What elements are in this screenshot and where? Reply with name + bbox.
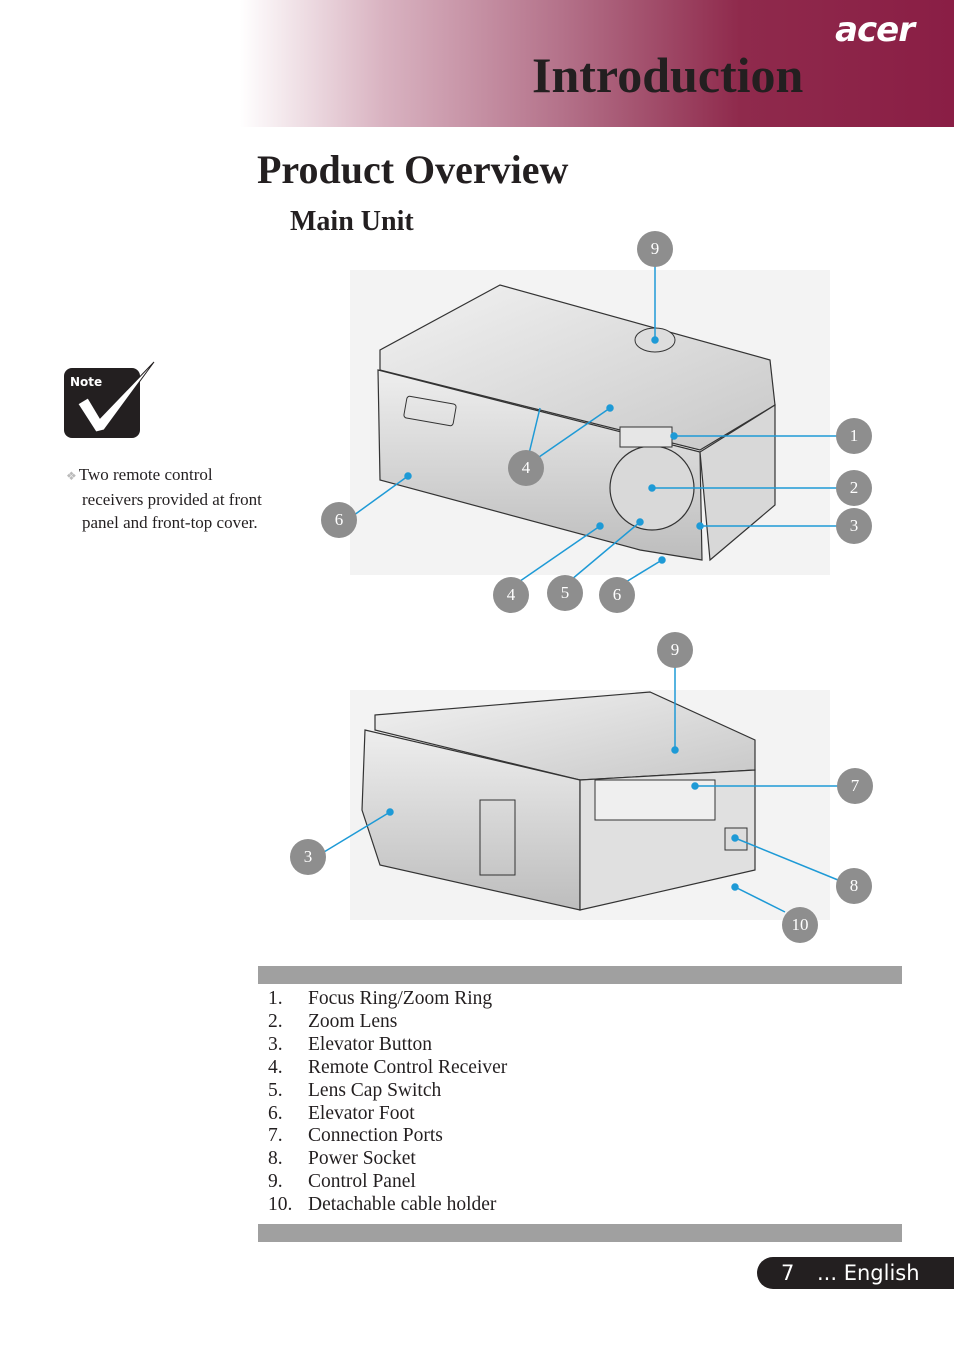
callout-9-rear: 9 [657,632,693,668]
note-icon-label: Note [70,375,102,389]
table-bottom-rule [258,1224,902,1242]
language-label: ... English [817,1261,920,1285]
callout-2: 2 [836,470,872,506]
section-title: Product Overview [257,147,569,192]
table-top-rule [258,966,902,984]
callout-4-top: 4 [508,450,544,486]
list-item: 7. Connection Ports [268,1125,443,1147]
projector-rear-view-figure [323,666,839,920]
callout-4-bottom: 4 [493,577,529,613]
note-body: Two remote control receivers provided at… [78,465,262,532]
focus-zoom-ring [619,426,673,448]
callout-10: 10 [782,907,818,943]
parts-list: 1. Focus Ring/Zoom Ring 2. Zoom Lens 3. Ele… [268,988,507,1217]
callout-6-left: 6 [321,502,357,538]
list-item: 6. Elevator Foot [268,1102,415,1124]
callout-9-front: 9 [637,231,673,267]
diamond-bullet-icon: ❖ [66,469,77,483]
list-item: 1. Focus Ring/Zoom Ring [268,988,493,1009]
callout-7: 7 [837,768,873,804]
callout-8: 8 [836,868,872,904]
list-item: 4. Remote Control Receiver [268,1056,508,1078]
acer-logo: acer [835,10,915,50]
callout-3-front: 3 [836,508,872,544]
note-checkmark-icon: Note [64,361,155,438]
callout-6-right: 6 [599,577,635,613]
list-item: 9. Control Panel [268,1171,416,1193]
list-item: 5. Lens Cap Switch [268,1079,442,1101]
note-text: ❖ Two remote control receivers provided a… [66,463,266,534]
list-item: 10. Detachable cable holder [268,1194,497,1216]
projector-front-view-figure [349,266,838,589]
callout-1: 1 [836,418,872,454]
page-number: 7 [781,1261,795,1285]
callout-5: 5 [547,575,583,611]
list-item: 2. Zoom Lens [268,1010,398,1032]
chapter-title: Introduction [532,47,804,103]
list-item: 3. Elevator Button [268,1033,433,1055]
page-footer-tab: 7 ... English [757,1257,954,1289]
list-item: 8. Power Socket [268,1148,416,1170]
callout-3-rear: 3 [290,839,326,875]
